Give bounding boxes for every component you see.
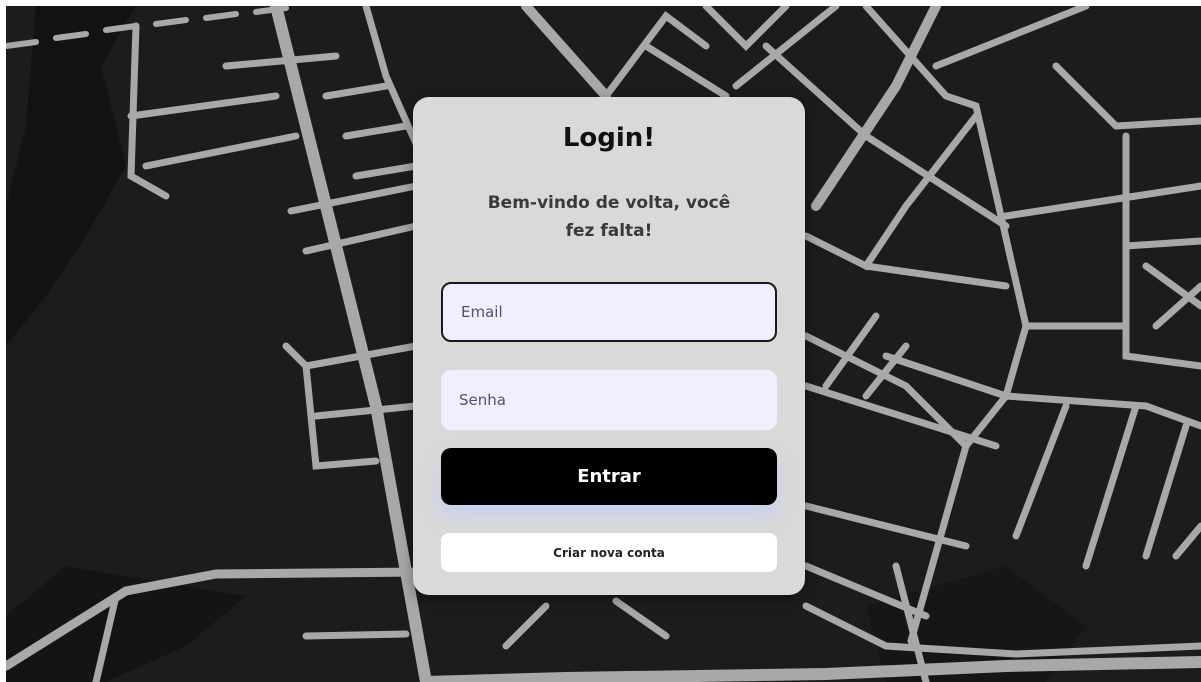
create-account-button[interactable]: Criar nova conta (441, 533, 777, 572)
login-card: Login! Bem-vindo de volta, você fez falt… (413, 97, 805, 595)
email-input[interactable] (441, 282, 777, 342)
welcome-subtitle: Bem-vindo de volta, você fez falta! (487, 193, 731, 241)
login-submit-button[interactable]: Entrar (441, 448, 777, 505)
password-input[interactable] (441, 370, 777, 430)
login-title: Login! (562, 123, 656, 153)
